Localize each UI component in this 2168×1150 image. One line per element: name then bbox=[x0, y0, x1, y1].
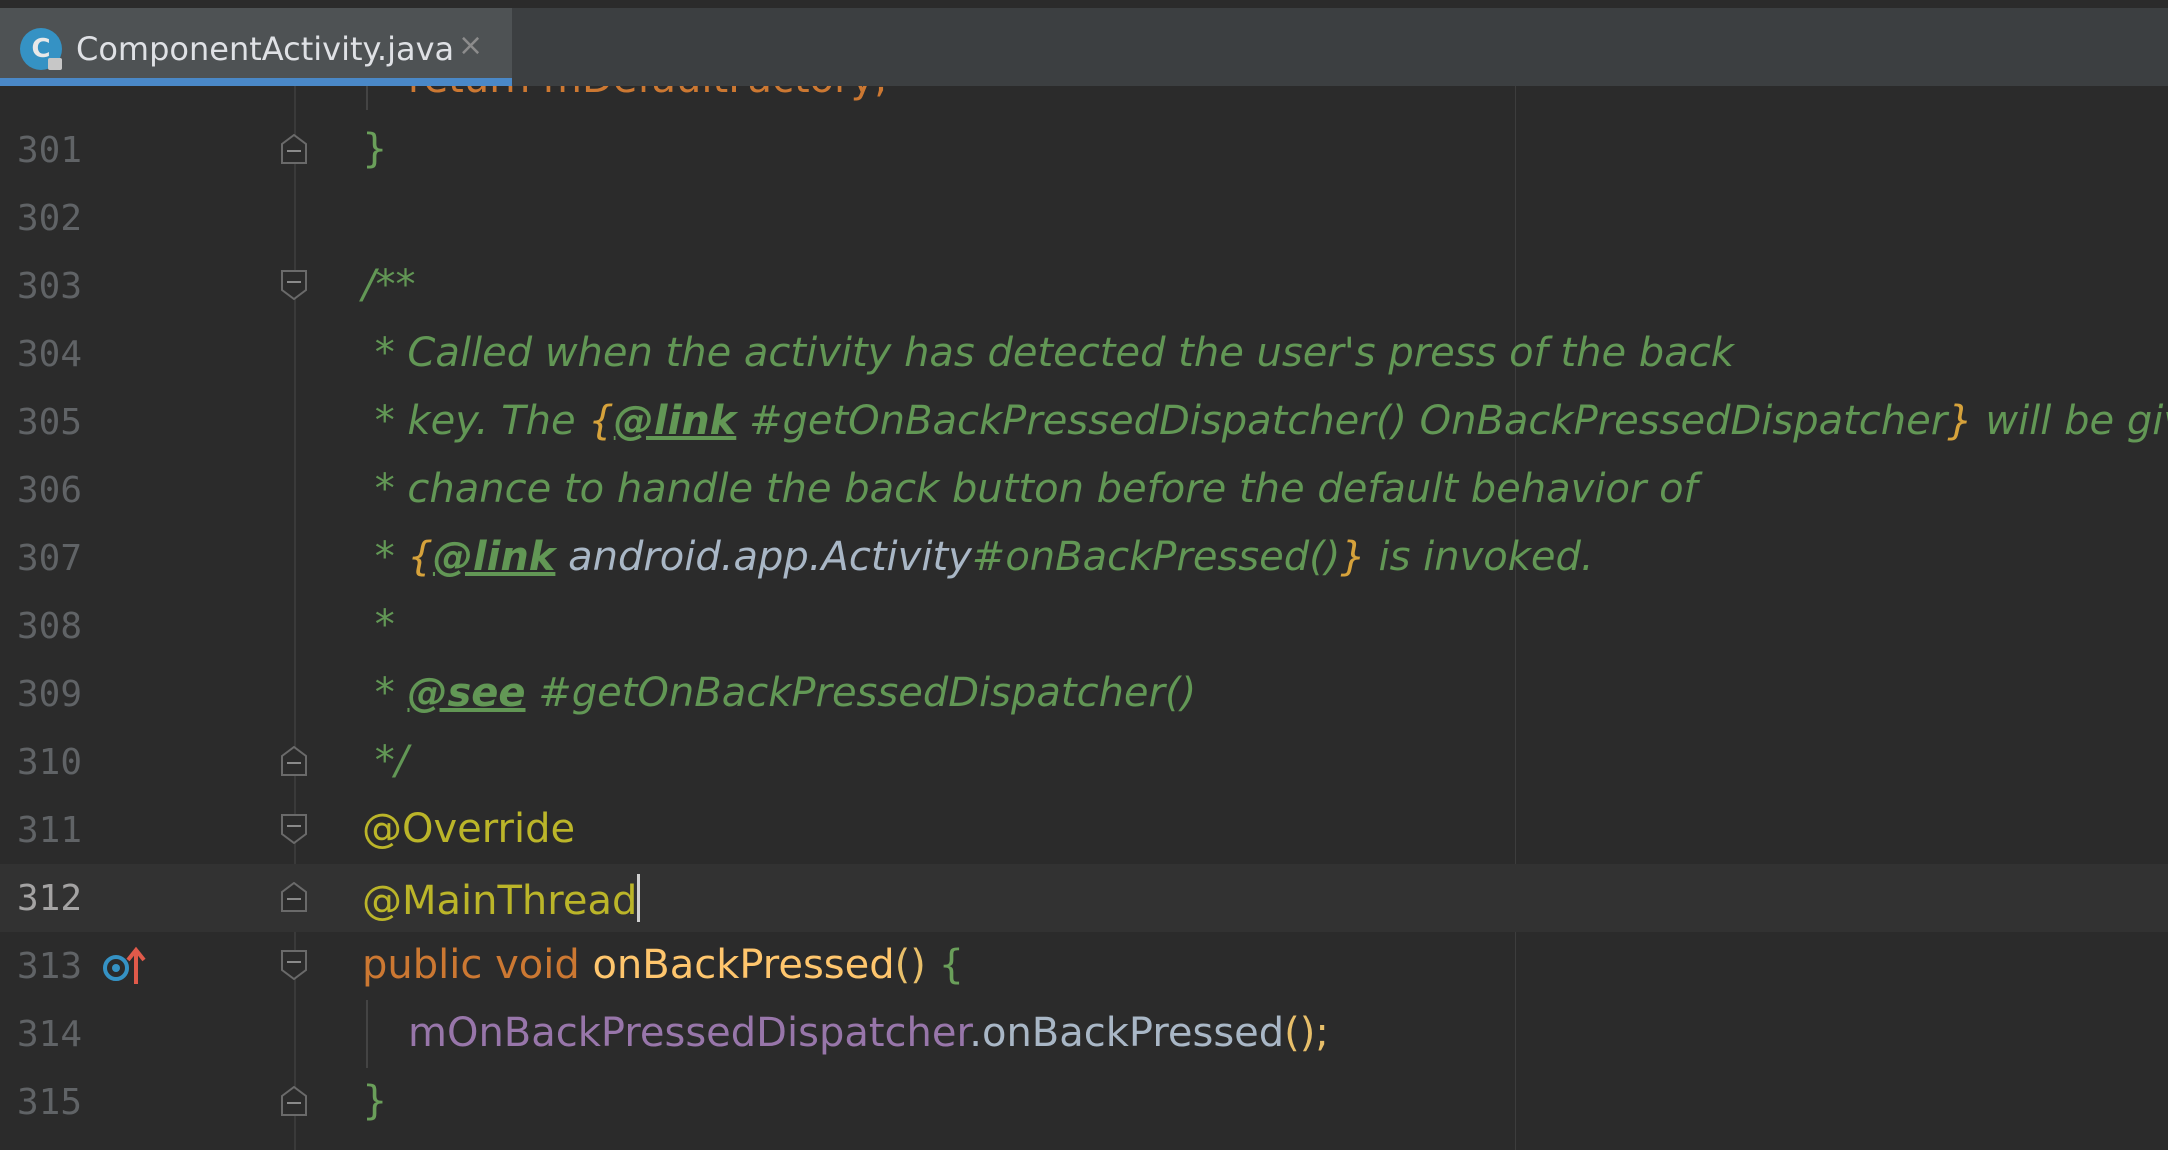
line-number: 301 bbox=[16, 130, 82, 171]
override-method-icon[interactable] bbox=[102, 944, 146, 988]
code-text: */ bbox=[362, 738, 409, 784]
window-top-strip bbox=[0, 0, 2168, 8]
code-text: * {@link android.app.Activity#onBackPres… bbox=[362, 534, 1594, 580]
line-number: 311 bbox=[16, 810, 82, 851]
fold-start-icon[interactable] bbox=[281, 814, 307, 844]
code-text: * bbox=[362, 602, 395, 648]
close-icon[interactable]: × bbox=[458, 28, 483, 63]
line-number: 310 bbox=[16, 742, 82, 783]
line-number: 308 bbox=[16, 606, 82, 647]
text-caret bbox=[637, 874, 641, 922]
code-line: 307 * {@link android.app.Activity#onBack… bbox=[0, 524, 2168, 592]
code-line: 314 mOnBackPressedDispatcher.onBackPress… bbox=[0, 1000, 2168, 1068]
editor-tab-bar: C ComponentActivity.java × bbox=[0, 8, 2168, 87]
code-text: } bbox=[362, 126, 388, 172]
code-line: 301 } bbox=[0, 116, 2168, 184]
line-number: 306 bbox=[16, 470, 82, 511]
code-text: * chance to handle the back button befor… bbox=[362, 466, 1698, 512]
fold-end-icon[interactable] bbox=[281, 134, 307, 164]
code-text: public void onBackPressed() { bbox=[362, 942, 965, 988]
code-line: return mDefaultFactory; bbox=[0, 86, 2168, 114]
code-line: 311 @Override bbox=[0, 796, 2168, 864]
fold-end-icon[interactable] bbox=[281, 882, 307, 912]
line-number: 315 bbox=[16, 1082, 82, 1123]
code-text: /** bbox=[362, 262, 416, 308]
code-text: @Override bbox=[362, 806, 576, 852]
indent-guide bbox=[366, 1000, 368, 1068]
code-text: * Called when the activity has detected … bbox=[362, 330, 1734, 376]
code-text: * @see #getOnBackPressedDispatcher() bbox=[362, 670, 1197, 716]
tab-title: ComponentActivity.java bbox=[76, 30, 455, 68]
line-number: 314 bbox=[16, 1014, 82, 1055]
code-line: 313 public void onBackPressed() { bbox=[0, 932, 2168, 1000]
fold-start-icon[interactable] bbox=[281, 270, 307, 300]
code-text: return mDefaultFactory; bbox=[408, 86, 888, 102]
line-number: 304 bbox=[16, 334, 82, 375]
active-tab-indicator bbox=[0, 78, 512, 86]
code-line: 315 } bbox=[0, 1068, 2168, 1136]
line-number: 303 bbox=[16, 266, 82, 307]
indent-guide bbox=[366, 86, 368, 110]
code-line: 302 bbox=[0, 184, 2168, 252]
code-line: 304 * Called when the activity has detec… bbox=[0, 320, 2168, 388]
code-line: 303 /** bbox=[0, 252, 2168, 320]
line-number: 305 bbox=[16, 402, 82, 443]
current-code-line: 312 @MainThread bbox=[0, 864, 2168, 932]
code-line: 308 * bbox=[0, 592, 2168, 660]
code-text: * key. The {@link #getOnBackPressedDispa… bbox=[362, 398, 2168, 444]
code-line: 310 */ bbox=[0, 728, 2168, 796]
line-number: 312 bbox=[16, 878, 82, 919]
line-number: 307 bbox=[16, 538, 82, 579]
fold-end-icon[interactable] bbox=[281, 746, 307, 776]
code-line: 305 * key. The {@link #getOnBackPressedD… bbox=[0, 388, 2168, 456]
code-text: @MainThread bbox=[362, 874, 641, 924]
code-editor[interactable]: return mDefaultFactory; 301 } 302 303 /*… bbox=[0, 86, 2168, 1150]
fold-start-icon[interactable] bbox=[281, 950, 307, 980]
code-line: 306 * chance to handle the back button b… bbox=[0, 456, 2168, 524]
lock-icon bbox=[48, 58, 62, 70]
line-number: 313 bbox=[16, 946, 82, 987]
code-text: mOnBackPressedDispatcher.onBackPressed()… bbox=[408, 1010, 1329, 1056]
tab-componentactivity-java[interactable]: C ComponentActivity.java × bbox=[0, 8, 512, 86]
code-text: } bbox=[362, 1078, 388, 1124]
fold-end-icon[interactable] bbox=[281, 1086, 307, 1116]
line-number: 302 bbox=[16, 198, 82, 239]
code-line: 309 * @see #getOnBackPressedDispatcher() bbox=[0, 660, 2168, 728]
line-number: 309 bbox=[16, 674, 82, 715]
